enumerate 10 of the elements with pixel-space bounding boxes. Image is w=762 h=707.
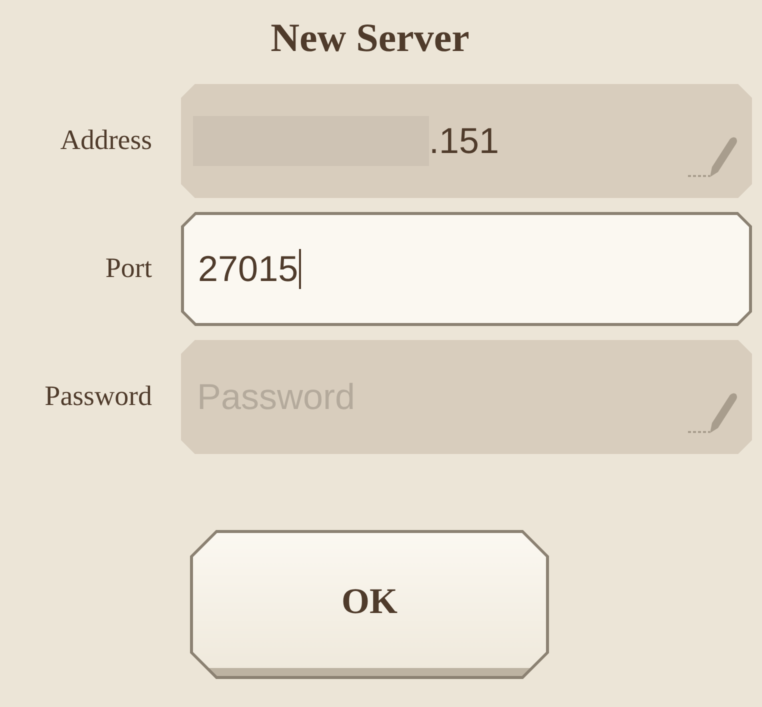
input-field[interactable]: 27015 <box>181 212 752 326</box>
pencil-icon <box>688 136 738 178</box>
input-field[interactable]: .151 <box>181 84 752 198</box>
pencil-icon <box>688 392 738 434</box>
dialog-title: New Server <box>270 14 470 62</box>
ok-button[interactable]: OK <box>190 530 549 679</box>
field-label: Password <box>44 381 152 413</box>
field-label: Address <box>60 125 152 157</box>
field-label: Port <box>105 253 152 285</box>
text-cursor <box>299 249 302 289</box>
